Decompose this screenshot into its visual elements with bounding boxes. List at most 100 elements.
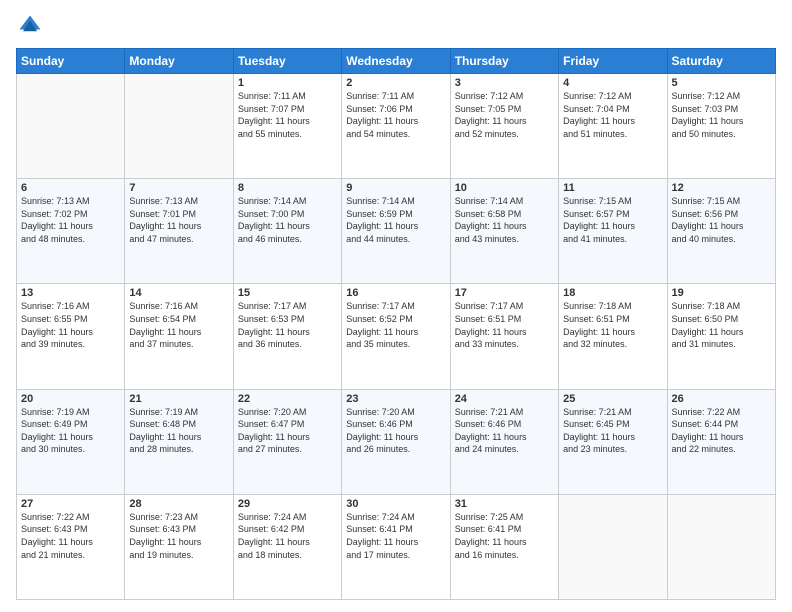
calendar-cell: 8Sunrise: 7:14 AMSunset: 7:00 PMDaylight… — [233, 179, 341, 284]
calendar-week: 20Sunrise: 7:19 AMSunset: 6:49 PMDayligh… — [17, 389, 776, 494]
calendar-cell — [667, 494, 775, 599]
day-info: Sunrise: 7:13 AMSunset: 7:01 PMDaylight:… — [129, 195, 228, 245]
calendar: SundayMondayTuesdayWednesdayThursdayFrid… — [16, 48, 776, 600]
logo-icon — [16, 12, 44, 40]
day-info: Sunrise: 7:22 AMSunset: 6:43 PMDaylight:… — [21, 511, 120, 561]
calendar-week: 13Sunrise: 7:16 AMSunset: 6:55 PMDayligh… — [17, 284, 776, 389]
calendar-cell: 24Sunrise: 7:21 AMSunset: 6:46 PMDayligh… — [450, 389, 558, 494]
day-number: 24 — [455, 393, 554, 405]
calendar-cell: 20Sunrise: 7:19 AMSunset: 6:49 PMDayligh… — [17, 389, 125, 494]
day-info: Sunrise: 7:14 AMSunset: 7:00 PMDaylight:… — [238, 195, 337, 245]
calendar-cell: 28Sunrise: 7:23 AMSunset: 6:43 PMDayligh… — [125, 494, 233, 599]
calendar-cell: 15Sunrise: 7:17 AMSunset: 6:53 PMDayligh… — [233, 284, 341, 389]
day-number: 17 — [455, 287, 554, 299]
day-info: Sunrise: 7:11 AMSunset: 7:07 PMDaylight:… — [238, 90, 337, 140]
calendar-cell: 4Sunrise: 7:12 AMSunset: 7:04 PMDaylight… — [559, 74, 667, 179]
calendar-cell: 5Sunrise: 7:12 AMSunset: 7:03 PMDaylight… — [667, 74, 775, 179]
day-number: 2 — [346, 77, 445, 89]
day-info: Sunrise: 7:19 AMSunset: 6:49 PMDaylight:… — [21, 406, 120, 456]
day-info: Sunrise: 7:20 AMSunset: 6:46 PMDaylight:… — [346, 406, 445, 456]
calendar-cell: 17Sunrise: 7:17 AMSunset: 6:51 PMDayligh… — [450, 284, 558, 389]
calendar-cell — [559, 494, 667, 599]
day-number: 28 — [129, 498, 228, 510]
weekday-header: Monday — [125, 49, 233, 74]
weekday-header: Tuesday — [233, 49, 341, 74]
day-info: Sunrise: 7:19 AMSunset: 6:48 PMDaylight:… — [129, 406, 228, 456]
calendar-cell: 31Sunrise: 7:25 AMSunset: 6:41 PMDayligh… — [450, 494, 558, 599]
day-number: 10 — [455, 182, 554, 194]
calendar-cell: 1Sunrise: 7:11 AMSunset: 7:07 PMDaylight… — [233, 74, 341, 179]
day-number: 12 — [672, 182, 771, 194]
day-number: 30 — [346, 498, 445, 510]
calendar-cell: 10Sunrise: 7:14 AMSunset: 6:58 PMDayligh… — [450, 179, 558, 284]
day-number: 27 — [21, 498, 120, 510]
day-info: Sunrise: 7:17 AMSunset: 6:52 PMDaylight:… — [346, 300, 445, 350]
header — [16, 12, 776, 40]
calendar-cell: 2Sunrise: 7:11 AMSunset: 7:06 PMDaylight… — [342, 74, 450, 179]
day-info: Sunrise: 7:12 AMSunset: 7:04 PMDaylight:… — [563, 90, 662, 140]
calendar-cell: 9Sunrise: 7:14 AMSunset: 6:59 PMDaylight… — [342, 179, 450, 284]
day-info: Sunrise: 7:14 AMSunset: 6:58 PMDaylight:… — [455, 195, 554, 245]
day-info: Sunrise: 7:12 AMSunset: 7:03 PMDaylight:… — [672, 90, 771, 140]
day-info: Sunrise: 7:11 AMSunset: 7:06 PMDaylight:… — [346, 90, 445, 140]
weekday-header: Wednesday — [342, 49, 450, 74]
day-info: Sunrise: 7:24 AMSunset: 6:42 PMDaylight:… — [238, 511, 337, 561]
calendar-cell: 14Sunrise: 7:16 AMSunset: 6:54 PMDayligh… — [125, 284, 233, 389]
day-info: Sunrise: 7:12 AMSunset: 7:05 PMDaylight:… — [455, 90, 554, 140]
day-number: 25 — [563, 393, 662, 405]
day-info: Sunrise: 7:20 AMSunset: 6:47 PMDaylight:… — [238, 406, 337, 456]
day-number: 22 — [238, 393, 337, 405]
day-info: Sunrise: 7:21 AMSunset: 6:45 PMDaylight:… — [563, 406, 662, 456]
calendar-week: 6Sunrise: 7:13 AMSunset: 7:02 PMDaylight… — [17, 179, 776, 284]
page: SundayMondayTuesdayWednesdayThursdayFrid… — [0, 0, 792, 612]
day-number: 4 — [563, 77, 662, 89]
day-info: Sunrise: 7:24 AMSunset: 6:41 PMDaylight:… — [346, 511, 445, 561]
day-info: Sunrise: 7:16 AMSunset: 6:54 PMDaylight:… — [129, 300, 228, 350]
calendar-cell: 29Sunrise: 7:24 AMSunset: 6:42 PMDayligh… — [233, 494, 341, 599]
day-number: 14 — [129, 287, 228, 299]
calendar-cell: 25Sunrise: 7:21 AMSunset: 6:45 PMDayligh… — [559, 389, 667, 494]
day-number: 9 — [346, 182, 445, 194]
day-number: 21 — [129, 393, 228, 405]
day-number: 23 — [346, 393, 445, 405]
day-number: 1 — [238, 77, 337, 89]
calendar-cell: 21Sunrise: 7:19 AMSunset: 6:48 PMDayligh… — [125, 389, 233, 494]
day-number: 6 — [21, 182, 120, 194]
calendar-cell: 16Sunrise: 7:17 AMSunset: 6:52 PMDayligh… — [342, 284, 450, 389]
calendar-week: 27Sunrise: 7:22 AMSunset: 6:43 PMDayligh… — [17, 494, 776, 599]
calendar-cell: 23Sunrise: 7:20 AMSunset: 6:46 PMDayligh… — [342, 389, 450, 494]
day-number: 26 — [672, 393, 771, 405]
day-info: Sunrise: 7:17 AMSunset: 6:53 PMDaylight:… — [238, 300, 337, 350]
day-number: 20 — [21, 393, 120, 405]
day-number: 29 — [238, 498, 337, 510]
day-info: Sunrise: 7:18 AMSunset: 6:50 PMDaylight:… — [672, 300, 771, 350]
calendar-cell: 6Sunrise: 7:13 AMSunset: 7:02 PMDaylight… — [17, 179, 125, 284]
day-info: Sunrise: 7:15 AMSunset: 6:56 PMDaylight:… — [672, 195, 771, 245]
weekday-header: Friday — [559, 49, 667, 74]
calendar-week: 1Sunrise: 7:11 AMSunset: 7:07 PMDaylight… — [17, 74, 776, 179]
day-info: Sunrise: 7:15 AMSunset: 6:57 PMDaylight:… — [563, 195, 662, 245]
calendar-cell: 22Sunrise: 7:20 AMSunset: 6:47 PMDayligh… — [233, 389, 341, 494]
day-number: 19 — [672, 287, 771, 299]
day-info: Sunrise: 7:21 AMSunset: 6:46 PMDaylight:… — [455, 406, 554, 456]
calendar-cell — [125, 74, 233, 179]
day-number: 11 — [563, 182, 662, 194]
day-number: 15 — [238, 287, 337, 299]
day-info: Sunrise: 7:13 AMSunset: 7:02 PMDaylight:… — [21, 195, 120, 245]
day-info: Sunrise: 7:23 AMSunset: 6:43 PMDaylight:… — [129, 511, 228, 561]
weekday-header-row: SundayMondayTuesdayWednesdayThursdayFrid… — [17, 49, 776, 74]
calendar-cell: 30Sunrise: 7:24 AMSunset: 6:41 PMDayligh… — [342, 494, 450, 599]
calendar-cell: 7Sunrise: 7:13 AMSunset: 7:01 PMDaylight… — [125, 179, 233, 284]
day-info: Sunrise: 7:18 AMSunset: 6:51 PMDaylight:… — [563, 300, 662, 350]
calendar-cell: 11Sunrise: 7:15 AMSunset: 6:57 PMDayligh… — [559, 179, 667, 284]
day-number: 7 — [129, 182, 228, 194]
day-number: 18 — [563, 287, 662, 299]
day-number: 3 — [455, 77, 554, 89]
calendar-cell: 19Sunrise: 7:18 AMSunset: 6:50 PMDayligh… — [667, 284, 775, 389]
day-number: 8 — [238, 182, 337, 194]
day-info: Sunrise: 7:16 AMSunset: 6:55 PMDaylight:… — [21, 300, 120, 350]
day-info: Sunrise: 7:25 AMSunset: 6:41 PMDaylight:… — [455, 511, 554, 561]
calendar-cell: 27Sunrise: 7:22 AMSunset: 6:43 PMDayligh… — [17, 494, 125, 599]
logo — [16, 12, 48, 40]
weekday-header: Sunday — [17, 49, 125, 74]
